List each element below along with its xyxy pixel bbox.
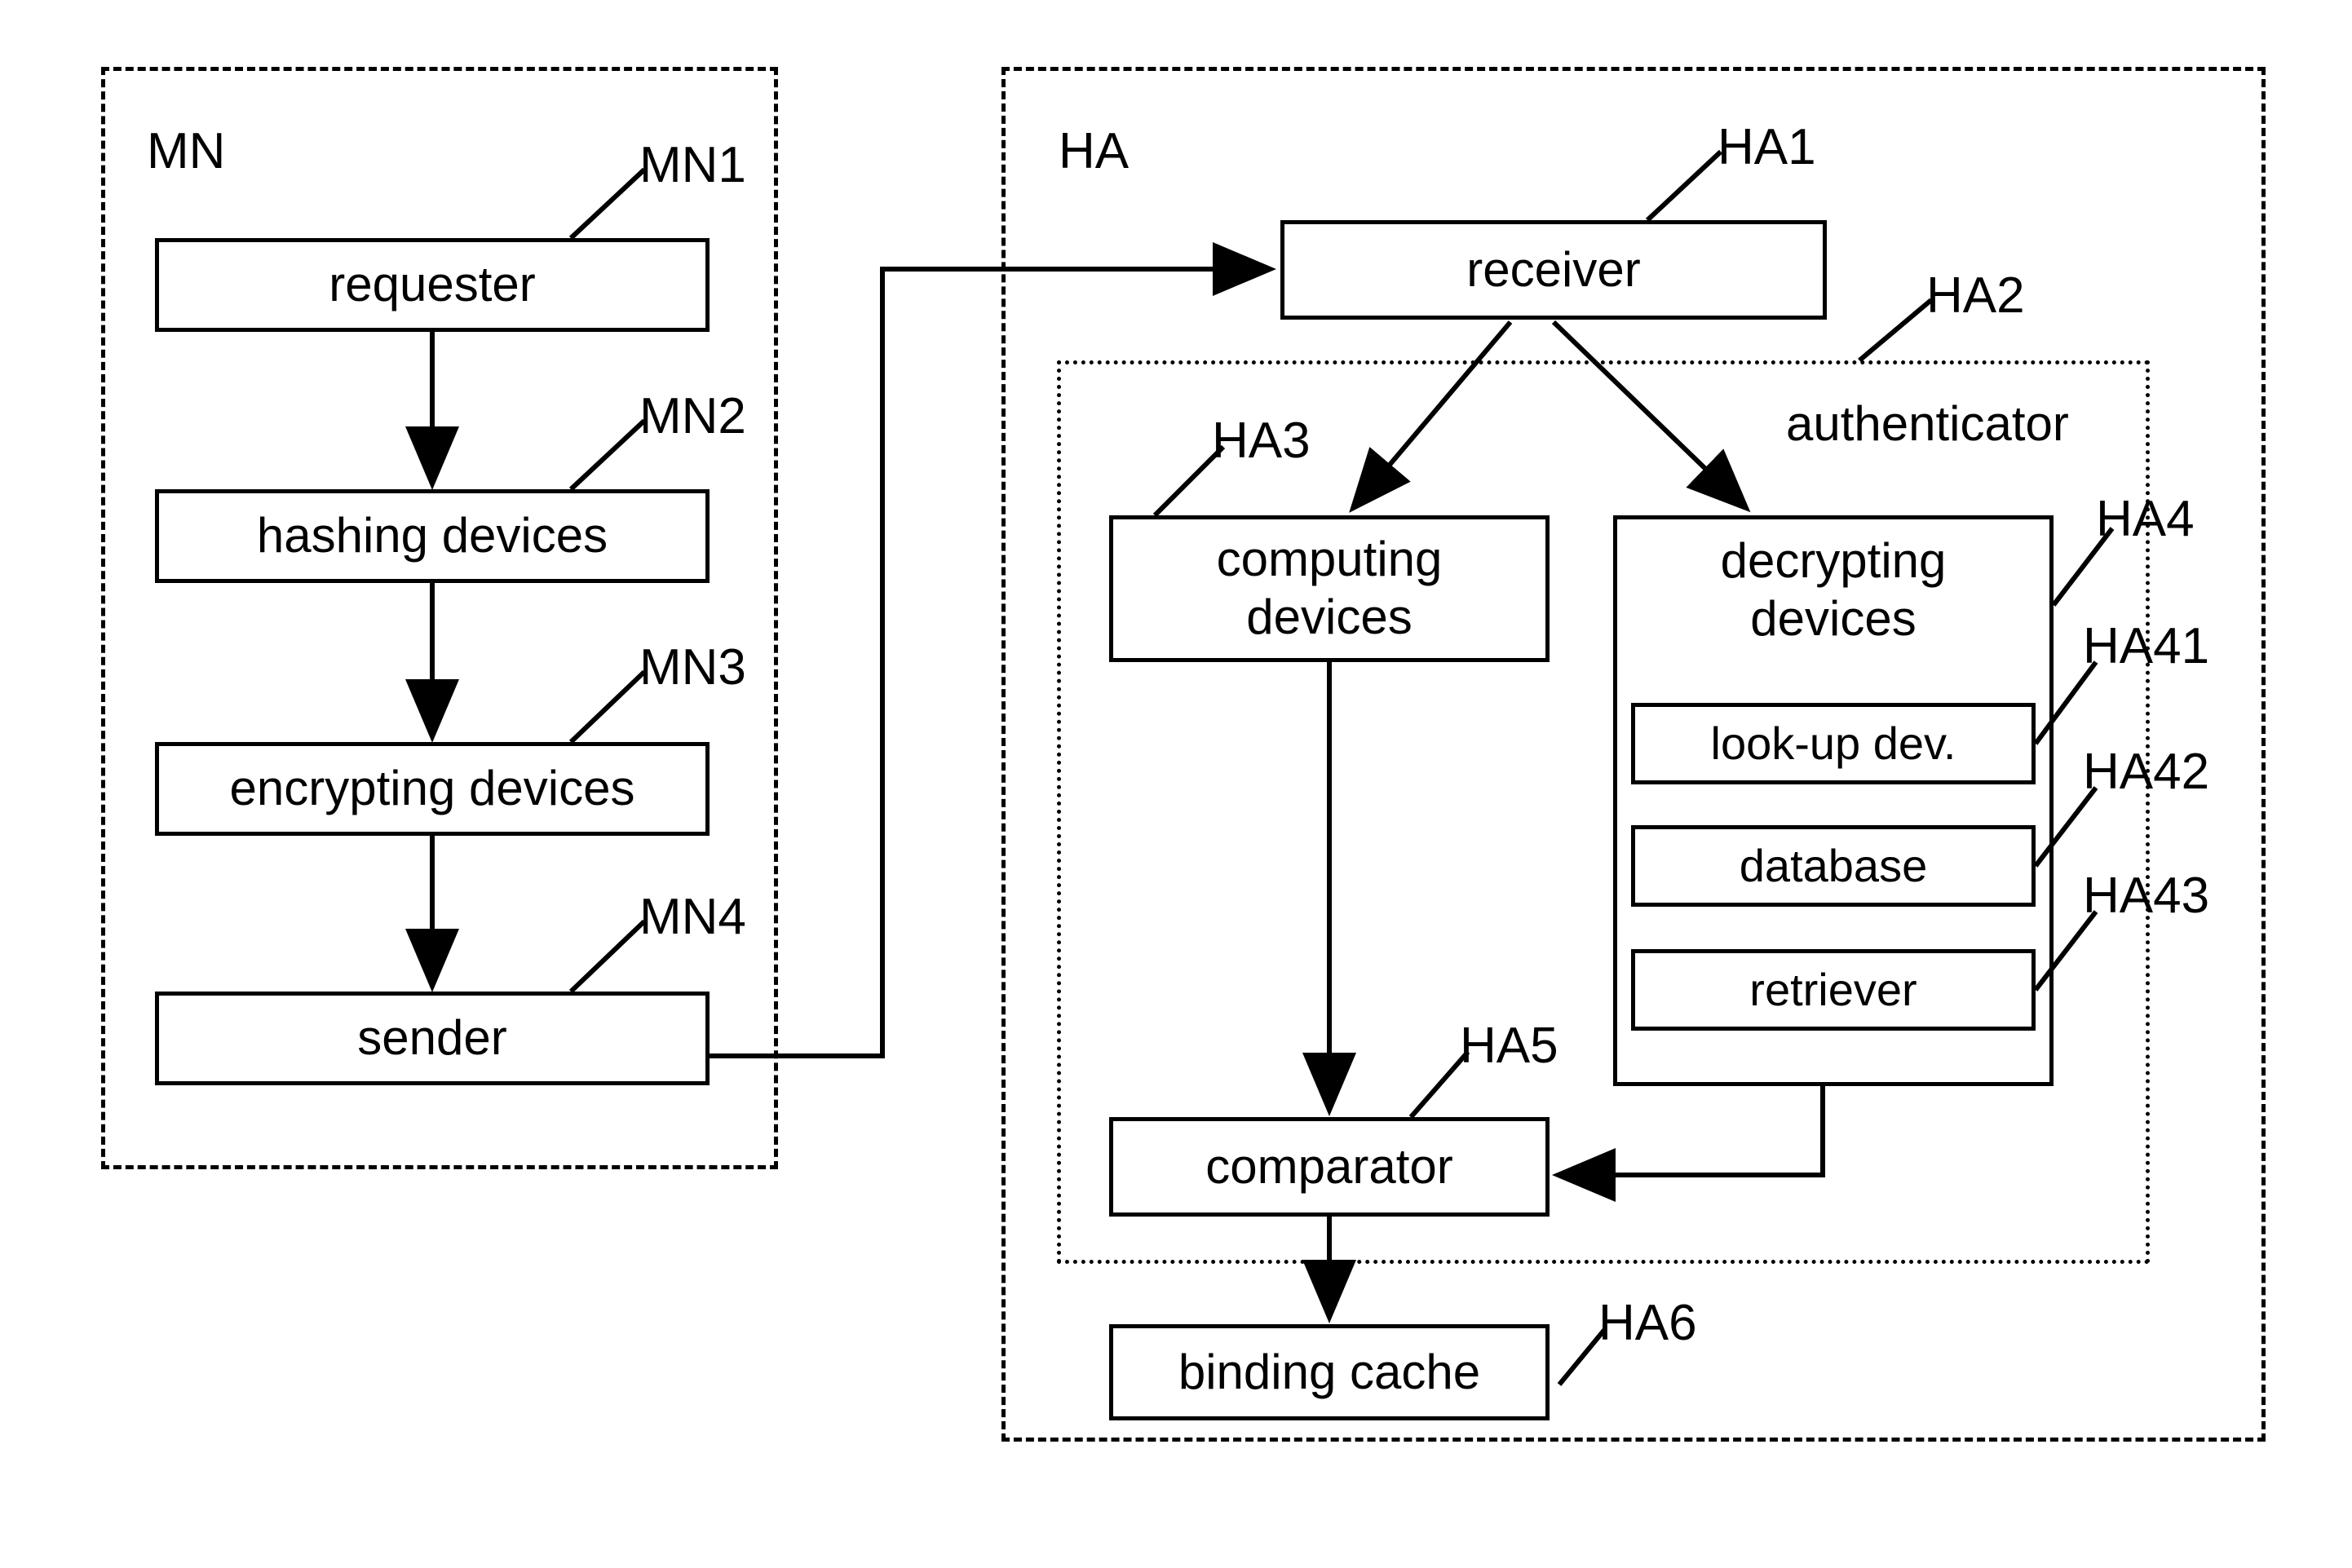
leader-line-ha5 bbox=[1408, 1050, 1470, 1119]
leader-line-mn1 bbox=[568, 167, 647, 241]
connector-layer bbox=[405, 149, 2115, 1386]
patent-figure-canvas: MN HA authenticator requester hashing de… bbox=[0, 0, 2352, 1568]
leader-line-ha42 bbox=[2033, 786, 2098, 868]
leader-line-ha2 bbox=[1858, 298, 1933, 363]
arrow-decrypting-devices-to-comparator bbox=[1552, 1086, 1825, 1202]
arrow-receiver-to-computing-devices bbox=[1349, 320, 1513, 513]
arrow-sender-to-receiver bbox=[710, 242, 1276, 1058]
leader-line-mn4 bbox=[568, 919, 647, 994]
arrow-receiver-to-decrypting-devices bbox=[1551, 320, 1751, 513]
leader-line-ha1 bbox=[1645, 149, 1723, 223]
leader-line-mn2 bbox=[568, 418, 647, 492]
leader-line-ha41 bbox=[2033, 660, 2098, 745]
leader-line-ha6 bbox=[1557, 1327, 1607, 1386]
leader-line-ha4 bbox=[2051, 527, 2115, 607]
leader-line-mn3 bbox=[568, 669, 647, 744]
leader-line-ha43 bbox=[2033, 910, 2098, 992]
leader-line-ha3 bbox=[1152, 444, 1226, 518]
